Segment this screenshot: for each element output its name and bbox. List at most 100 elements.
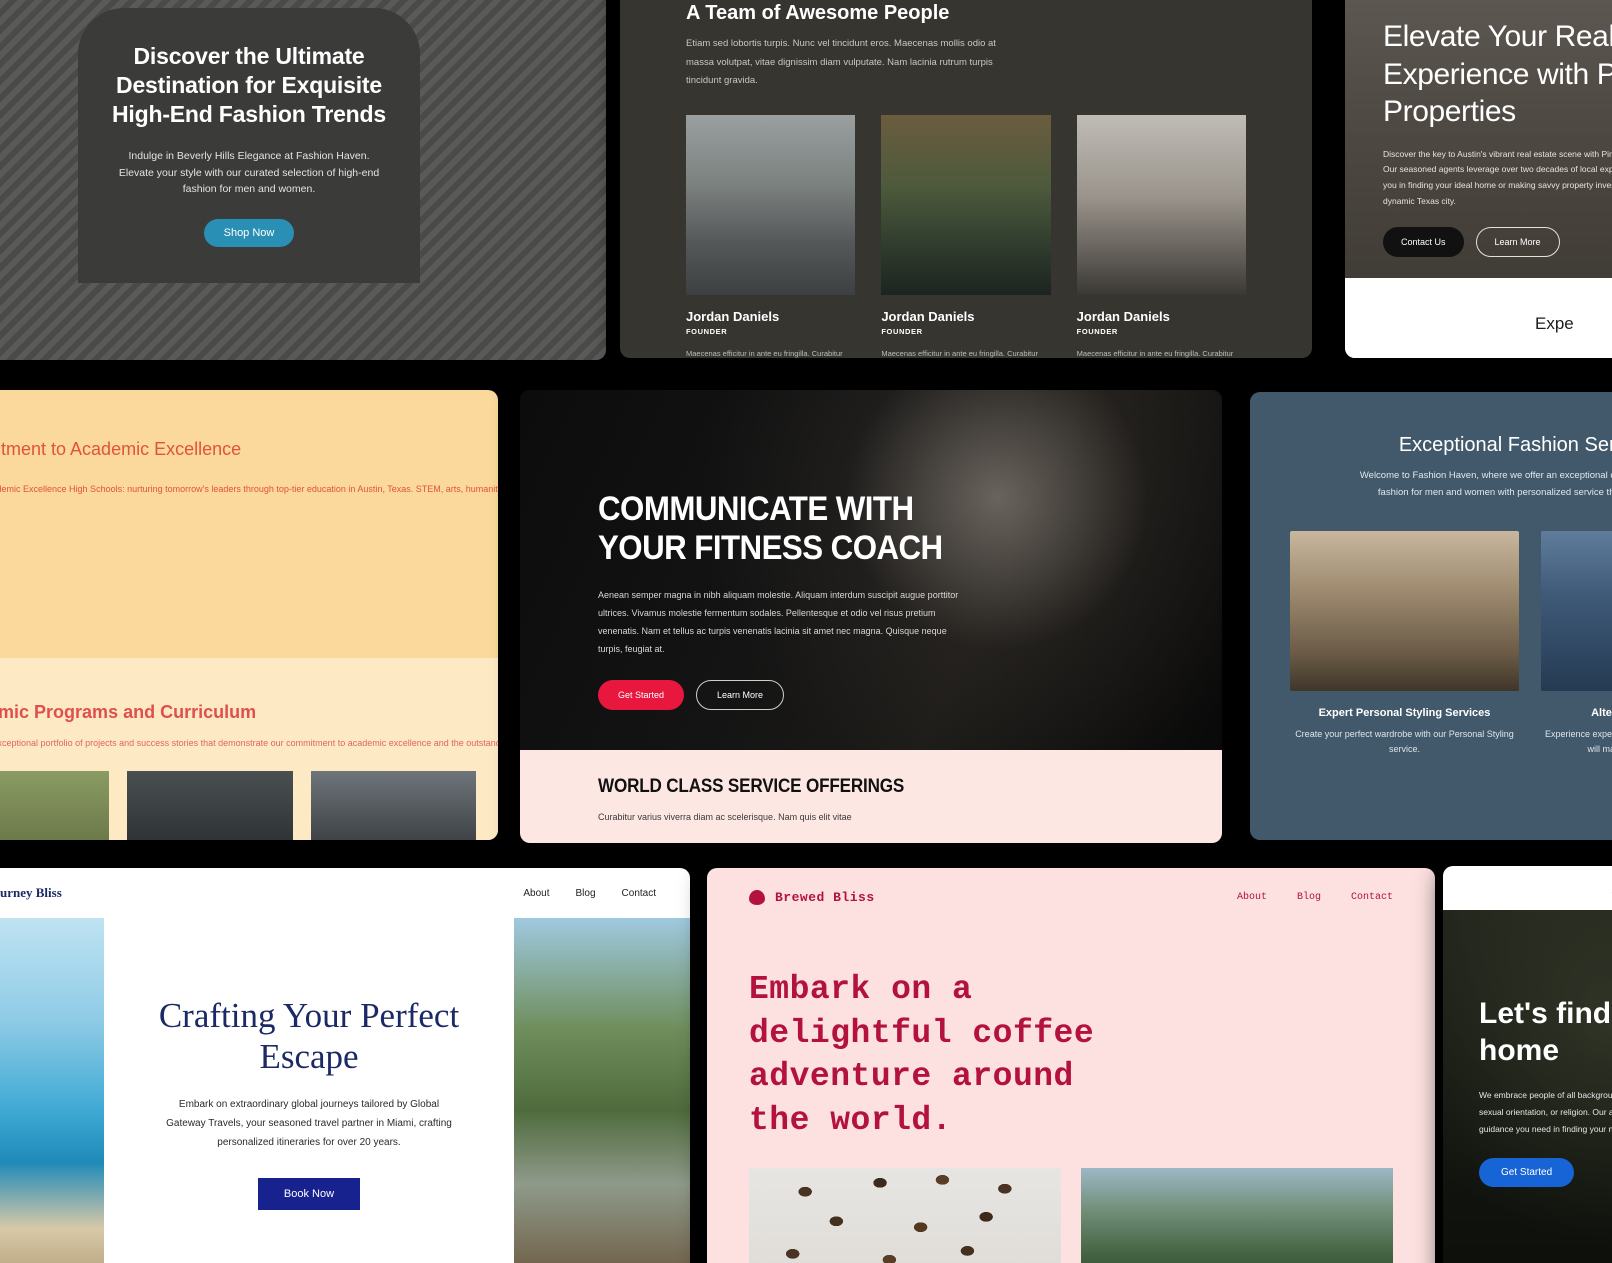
card-coffee[interactable]: Brewed Bliss About Blog Contact Embark o… [707,868,1435,1263]
realestate-body: Discover the key to Austin's vibrant rea… [1383,148,1612,206]
card-fashion-hero[interactable]: Discover the Ultimate Destination for Ex… [0,0,606,360]
travel-brand-label: Journey Bliss [0,885,62,900]
member-photo [1076,114,1246,295]
services-grid: Expert Personal Styling Services Create … [1250,531,1612,758]
travel-navbar: Journey Bliss About Blog Contact [0,868,690,918]
nav-link-blog[interactable]: Blog [1297,892,1321,903]
service-photo [1290,531,1519,692]
program-photo [127,770,293,840]
shop-now-button[interactable]: Shop Now [203,219,295,248]
card-team[interactable]: A Team of Awesome People Etiam sed lobor… [620,0,1312,358]
education-section-programs: Academic Programs and Curriculum Explore… [0,658,498,840]
member-name: Jordan Daniels [881,308,975,324]
education-body: Discover Academic Excellence High School… [0,484,498,495]
travel-body: Embark on extraordinary global journeys … [166,1099,452,1149]
travel-brand[interactable]: Journey Bliss [0,885,62,901]
card-fitness[interactable]: COMMUNICATE WITH YOUR FITNESS COACH Aene… [520,390,1222,843]
member-photo [686,114,856,295]
airspaces-navbar: AirSpaces [1443,866,1612,910]
card-fashion-services[interactable]: Exceptional Fashion Services Welcome to … [1250,392,1612,840]
fitness-hero-content: COMMUNICATE WITH YOUR FITNESS COACH Aene… [598,490,1018,710]
hero-body: Indulge in Beverly Hills Elegance at Fas… [118,150,380,195]
coffee-brand-label: Brewed Bliss [775,889,875,905]
service-title: Expert Personal Styling Services [1318,707,1491,720]
hero-heading: Discover the Ultimate Destination for Ex… [112,43,386,127]
screenshot-board: Discover the Ultimate Destination for Ex… [0,0,1612,1263]
learn-more-button[interactable]: Learn More [696,679,785,710]
nav-link-about[interactable]: About [1237,892,1267,903]
realestate-section-heading: Expe [1535,314,1574,333]
nav-link-about[interactable]: About [523,888,549,899]
member-name: Jordan Daniels [686,308,780,324]
service-photo [1541,531,1612,692]
member-role: FOUNDER [1076,326,1118,336]
education-section-commitment: Commitment to Academic Excellence Discov… [0,390,498,658]
education-programs-heading: Academic Programs and Curriculum [0,702,257,722]
nav-link-blog[interactable]: Blog [576,888,596,899]
coffee-beans-photo [749,1168,1061,1263]
nav-link-contact[interactable]: Contact [622,888,656,899]
fitness-buttons: Get Started Learn More [598,679,1018,710]
fitness-body: Aenean semper magna in nibh aliquam mole… [598,589,959,654]
travel-left-image [0,918,104,1263]
travel-heading: Crafting Your Perfect Escape [158,995,460,1076]
program-photo [310,770,476,840]
card-real-estate[interactable]: Elevate Your Real Estate Experience with… [1345,0,1612,358]
get-started-button[interactable]: Get Started [598,679,685,710]
service-desc: Create your perfect wardrobe with our Pe… [1295,729,1514,755]
card-travel[interactable]: Journey Bliss About Blog Contact Craftin… [0,868,690,1263]
member-bio: Maecenas efficitur in ante eu fringilla.… [1076,348,1234,358]
service-title: Alterations and Tailoring [1591,707,1612,720]
contact-us-button[interactable]: Contact Us [1383,227,1464,258]
coffee-nav-links: About Blog Contact [1237,892,1393,903]
services-lede: Welcome to Fashion Haven, where we offer… [1359,470,1612,499]
education-heading: Commitment to Academic Excellence [0,439,242,459]
coffee-heading: Embark on a delightful coffee adventure … [749,971,1095,1139]
coffee-brand[interactable]: Brewed Bliss [749,889,875,905]
services-heading: Exceptional Fashion Services [1398,434,1612,456]
service-desc: Experience expert alterations and tailor… [1544,729,1612,755]
team-heading: A Team of Awesome People [686,2,950,24]
travel-nav-links: About Blog Contact [523,888,656,899]
card-education[interactable]: Commitment to Academic Excellence Discov… [0,390,498,840]
realestate-section-below: Expe [1345,278,1612,358]
team-grid: Jordan Daniels FOUNDER Maecenas efficitu… [686,114,1246,358]
coffee-navbar: Brewed Bliss About Blog Contact [707,868,1435,926]
airspaces-hero-content: Let's find your perfect home We embrace … [1479,996,1612,1188]
travel-hero: Crafting Your Perfect Escape Embark on e… [0,918,690,1263]
member-name: Jordan Daniels [1076,308,1170,324]
member-bio: Maecenas efficitur in ante eu fringilla.… [881,348,1038,358]
nav-link-contact[interactable]: Contact [1351,892,1393,903]
team-lede: Etiam sed lobortis turpis. Nunc vel tinc… [686,38,996,87]
education-program-photos [0,770,476,840]
team-member: Jordan Daniels FOUNDER Maecenas efficitu… [1076,114,1246,358]
fitness-band-body: Curabitur varius viverra diam ac sceleri… [598,812,852,822]
book-now-button[interactable]: Book Now [257,1178,361,1211]
fitness-heading: COMMUNICATE WITH YOUR FITNESS COACH [598,490,943,567]
fitness-services-band: WORLD CLASS SERVICE OFFERINGS Curabitur … [520,750,1222,843]
get-started-button[interactable]: Get Started [1479,1158,1575,1188]
travel-hero-content: Crafting Your Perfect Escape Embark on e… [104,918,514,1263]
realestate-buttons: Contact Us Learn More [1383,227,1612,258]
fitness-band-heading: WORLD CLASS SERVICE OFFERINGS [598,776,905,797]
airspaces-heading: Let's find your perfect home [1479,997,1612,1067]
fitness-hero-image: COMMUNICATE WITH YOUR FITNESS COACH Aene… [520,390,1222,750]
member-bio: Maecenas efficitur in ante eu fringilla.… [686,348,843,358]
service-item: Alterations and Tailoring Experience exp… [1541,531,1612,758]
realestate-hero-content: Elevate Your Real Estate Experience with… [1383,18,1612,258]
card-airspaces[interactable]: AirSpaces Let's find your perfect home W… [1443,866,1612,1263]
member-role: FOUNDER [686,326,728,336]
team-member: Jordan Daniels FOUNDER Maecenas efficitu… [686,114,856,358]
team-member: Jordan Daniels FOUNDER Maecenas efficitu… [881,114,1051,358]
service-item: Expert Personal Styling Services Create … [1290,531,1519,758]
education-text: Commitment to Academic Excellence Discov… [0,438,498,658]
member-role: FOUNDER [881,326,923,336]
learn-more-button[interactable]: Learn More [1475,227,1560,258]
education-programs-body: Explore our exceptional portfolio of pro… [0,738,498,748]
coffee-bean-icon [749,889,765,905]
hero-text-panel: Discover the Ultimate Destination for Ex… [78,8,420,283]
program-photo [0,770,110,840]
member-photo [881,114,1051,295]
airspaces-body: We embrace people of all backgrounds, re… [1479,1090,1612,1135]
coffee-photos [707,1142,1435,1263]
